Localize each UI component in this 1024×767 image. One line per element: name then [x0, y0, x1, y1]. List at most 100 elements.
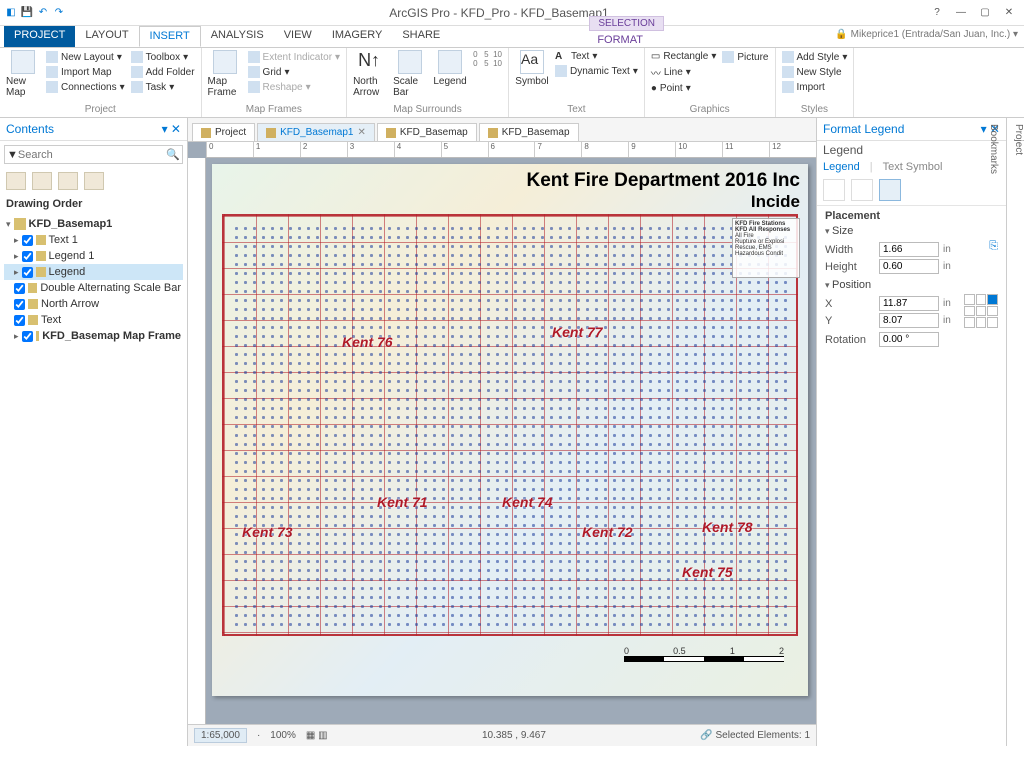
- grid-button[interactable]: Grid ▾: [248, 65, 341, 79]
- new-style-button[interactable]: New Style: [782, 65, 848, 79]
- line-button[interactable]: 〰 Line ▾: [651, 64, 717, 81]
- x-field[interactable]: [879, 296, 939, 311]
- import-style-button[interactable]: Import: [782, 80, 848, 94]
- toc-item[interactable]: Legend: [4, 264, 183, 280]
- contextual-group: SELECTION: [589, 16, 664, 31]
- toc-section: Drawing Order: [0, 194, 187, 214]
- format-tab-text-symbol[interactable]: Text Symbol: [883, 161, 943, 173]
- toc-item[interactable]: Text: [4, 312, 183, 328]
- reshape-button[interactable]: Reshape ▾: [248, 80, 341, 94]
- format-subtitle: Legend: [817, 141, 1006, 159]
- new-layout-button[interactable]: New Layout ▾: [46, 50, 125, 64]
- connections-button[interactable]: Connections ▾: [46, 80, 125, 94]
- status-scale[interactable]: 1:65,000: [194, 728, 247, 743]
- toc-root[interactable]: KFD_Basemap1: [4, 216, 183, 232]
- list-by-source-icon[interactable]: [32, 172, 52, 190]
- dynamic-text-button[interactable]: Dynamic Text ▾: [555, 64, 638, 78]
- scale-bar-button[interactable]: Scale Bar: [393, 50, 427, 98]
- vertical-ruler: [188, 158, 206, 724]
- app-icon: ◧: [4, 6, 18, 20]
- toc-item[interactable]: Legend 1: [4, 248, 183, 264]
- filter-icon[interactable]: ▼: [7, 149, 18, 161]
- format-icon-placement[interactable]: [879, 179, 901, 201]
- view-tab[interactable]: Project: [192, 123, 255, 141]
- district-label: Kent 78: [702, 519, 753, 535]
- district-label: Kent 72: [582, 524, 633, 540]
- toc-item[interactable]: Double Alternating Scale Bar: [4, 280, 183, 296]
- search-input[interactable]: [18, 149, 166, 161]
- width-field[interactable]: [879, 242, 939, 257]
- save-icon[interactable]: 💾: [20, 6, 34, 20]
- district-label: Kent 75: [682, 564, 733, 580]
- point-button[interactable]: ● Point ▾: [651, 82, 717, 95]
- list-by-selection-icon[interactable]: [58, 172, 78, 190]
- close-icon[interactable]: ✕: [1000, 7, 1018, 18]
- tab-share[interactable]: SHARE: [392, 26, 450, 47]
- measurement-readout: 0 5 10 0 5 10: [473, 50, 502, 68]
- add-style-button[interactable]: Add Style ▾: [782, 50, 848, 64]
- scale-bar[interactable]: 00.512: [624, 646, 784, 670]
- format-tab-legend[interactable]: Legend: [823, 161, 860, 173]
- side-tab-project[interactable]: Project: [1013, 124, 1024, 746]
- status-selection: 🔗 Selected Elements: 1: [700, 730, 810, 741]
- district-label: Kent 71: [377, 494, 428, 510]
- tab-layout[interactable]: LAYOUT: [75, 26, 138, 47]
- position-header[interactable]: Position: [825, 276, 998, 294]
- toc-item[interactable]: North Arrow: [4, 296, 183, 312]
- map-frame-button[interactable]: Map Frame: [208, 50, 242, 98]
- symbol-button[interactable]: AaSymbol: [515, 50, 549, 87]
- tab-close-icon[interactable]: ✕: [358, 127, 366, 138]
- format-title: Format Legend: [823, 122, 904, 136]
- maximize-icon[interactable]: ▢: [976, 7, 994, 18]
- rectangle-button[interactable]: ▭ Rectangle ▾: [651, 50, 717, 63]
- undo-icon[interactable]: ↶: [36, 6, 50, 20]
- tab-analysis[interactable]: ANALYSIS: [201, 26, 274, 47]
- legend-button[interactable]: Legend: [433, 50, 467, 87]
- toc-item[interactable]: KFD_Basemap Map Frame: [4, 328, 183, 344]
- status-coords: 10.385 , 9.467: [482, 730, 546, 741]
- status-zoom[interactable]: 100%: [270, 730, 296, 741]
- district-label: Kent 73: [242, 524, 293, 540]
- toc-item[interactable]: Text 1: [4, 232, 183, 248]
- list-by-element-icon[interactable]: [84, 172, 104, 190]
- format-icon-1[interactable]: [823, 179, 845, 201]
- view-tab[interactable]: KFD_Basemap: [377, 123, 477, 141]
- extent-indicator-button[interactable]: Extent Indicator ▾: [248, 50, 341, 64]
- map-legend[interactable]: KFD Fire Stations KFD All Responses All …: [732, 218, 800, 278]
- view-tab[interactable]: KFD_Basemap1 ✕: [257, 123, 375, 141]
- placement-header: Placement: [825, 210, 998, 222]
- help-icon[interactable]: ?: [928, 7, 946, 18]
- size-header[interactable]: Size: [825, 222, 998, 240]
- minimize-icon[interactable]: —: [952, 7, 970, 18]
- y-field[interactable]: [879, 313, 939, 328]
- tab-imagery[interactable]: IMAGERY: [322, 26, 393, 47]
- pane-menu-icon[interactable]: ▾ ✕: [162, 122, 181, 136]
- new-map-button[interactable]: New Map: [6, 50, 40, 98]
- redo-icon[interactable]: ↷: [52, 6, 66, 20]
- toolbox-button[interactable]: Toolbox ▾: [131, 50, 195, 64]
- layout-page[interactable]: Kent Fire Department 2016 Inc Incide KFD…: [212, 164, 808, 696]
- format-icon-2[interactable]: [851, 179, 873, 201]
- search-icon[interactable]: 🔍: [166, 148, 180, 161]
- tab-view[interactable]: VIEW: [274, 26, 322, 47]
- north-arrow-button[interactable]: N↑North Arrow: [353, 50, 387, 98]
- rotation-field[interactable]: [879, 332, 939, 347]
- district-label: Kent 77: [552, 324, 603, 340]
- add-folder-button[interactable]: Add Folder: [131, 65, 195, 79]
- task-button[interactable]: Task ▾: [131, 80, 195, 94]
- district-label: Kent 76: [342, 334, 393, 350]
- height-field[interactable]: [879, 259, 939, 274]
- list-by-drawing-icon[interactable]: [6, 172, 26, 190]
- lock-icon: 🔒: [835, 29, 847, 40]
- tab-project[interactable]: PROJECT: [4, 26, 75, 47]
- tab-insert[interactable]: INSERT: [139, 26, 201, 47]
- picture-button[interactable]: Picture: [722, 50, 768, 64]
- map-title[interactable]: Kent Fire Department 2016 Inc Incide: [527, 170, 800, 212]
- user-label: Mikeprice1 (Entrada/San Juan, Inc.): [851, 29, 1011, 40]
- side-tab-bookmarks[interactable]: Bookmarks: [988, 124, 999, 746]
- tab-format[interactable]: FORMAT: [589, 31, 664, 49]
- district-label: Kent 74: [502, 494, 553, 510]
- import-map-button[interactable]: Import Map: [46, 65, 125, 79]
- text-button[interactable]: A Text ▾: [555, 50, 638, 63]
- view-tab[interactable]: KFD_Basemap: [479, 123, 579, 141]
